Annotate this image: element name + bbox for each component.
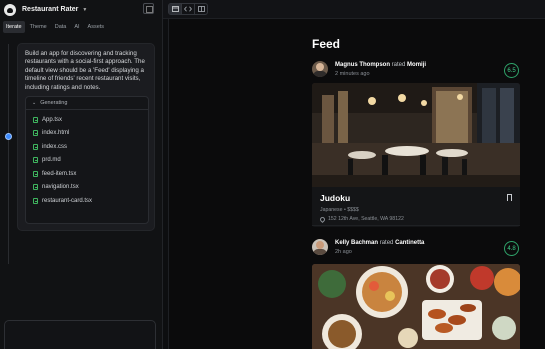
restaurant-card[interactable]: Judoku Japanese • $$$$ 152 12th Ave, Sea… <box>312 83 520 227</box>
view-toggle-group <box>168 3 208 15</box>
file-item[interactable]: prd.md <box>26 154 148 168</box>
file-icon <box>33 184 38 191</box>
rating-badge: 4.8 <box>504 241 519 256</box>
github-icon[interactable] <box>4 3 16 16</box>
file-item[interactable]: restaurant-card.tsx <box>26 194 148 208</box>
file-list: App.tsx index.html index.css prd.md feed… <box>26 110 148 208</box>
restaurant-meta: Japanese • $$$$ <box>320 207 359 213</box>
code-icon[interactable] <box>181 4 194 14</box>
file-item[interactable]: index.html <box>26 127 148 141</box>
tab-ai[interactable]: AI <box>71 21 82 33</box>
chevron-down-icon[interactable]: ▼ <box>82 7 87 13</box>
prompt-text: Build an app for discovering and trackin… <box>25 50 145 91</box>
restaurant-name: Judoku <box>320 193 351 203</box>
bookmark-icon[interactable] <box>507 194 512 203</box>
prompt-card: Build an app for discovering and trackin… <box>17 43 155 231</box>
page-title: Feed <box>312 37 341 51</box>
chat-input[interactable] <box>4 320 156 349</box>
file-name: index.html <box>42 130 70 137</box>
restaurant-photo <box>312 83 520 187</box>
project-header: Restaurant Rater ▼ <box>0 0 163 19</box>
timeline-dot[interactable] <box>5 133 12 140</box>
file-name: restaurant-card.tsx <box>42 197 93 204</box>
file-item[interactable]: index.css <box>26 140 148 154</box>
file-icon <box>33 116 38 123</box>
file-icon <box>33 157 38 164</box>
file-icon <box>33 170 38 177</box>
chevron-down-icon: ⌄ <box>32 100 37 106</box>
restaurant-card-info: Judoku Japanese • $$$$ 152 12th Ave, Sea… <box>312 187 520 227</box>
left-panel: Restaurant Rater ▼ Iterate Theme Data AI… <box>0 0 163 349</box>
split-view-icon[interactable] <box>194 4 207 14</box>
restaurant-link[interactable]: Cantinetta <box>395 240 424 246</box>
file-name: App.tsx <box>42 116 63 123</box>
feed-item-summary: Magnus Thompson rated Momiji <box>335 62 426 68</box>
avatar[interactable] <box>312 61 328 77</box>
food-photo <box>312 264 520 349</box>
file-name: prd.md <box>42 157 61 164</box>
project-name[interactable]: Restaurant Rater <box>22 6 78 13</box>
timestamp: 2h ago <box>335 249 352 255</box>
action-text: rated <box>391 62 406 68</box>
app-window: Restaurant Rater ▼ Iterate Theme Data AI… <box>0 0 545 349</box>
feed-item-summary: Kelly Bachman rated Cantinetta <box>335 240 424 246</box>
file-name: index.css <box>42 143 68 150</box>
preview-toolbar <box>163 0 545 19</box>
rating-badge: 6.5 <box>504 63 519 78</box>
feed-item-header: Magnus Thompson rated Momiji 2 minutes a… <box>312 61 520 83</box>
file-icon <box>33 143 38 150</box>
generating-header[interactable]: ⌄ Generating <box>26 97 148 110</box>
file-item[interactable]: navigation.tsx <box>26 181 148 195</box>
generating-label: Generating <box>40 100 68 106</box>
restaurant-address: 152 12th Ave, Seattle, WA 98122 <box>318 215 512 223</box>
tab-theme[interactable]: Theme <box>27 21 50 33</box>
generating-panel: ⌄ Generating App.tsx index.html index.cs… <box>25 96 149 224</box>
restaurant-card[interactable] <box>312 264 520 349</box>
sidebar-toggle-icon[interactable] <box>143 3 154 14</box>
feed-item-header: Kelly Bachman rated Cantinetta 2h ago 4.… <box>312 239 520 261</box>
location-pin-icon <box>318 215 327 223</box>
feed: Feed Magnus Thompson rated Momiji 2 minu… <box>309 19 521 349</box>
restaurant-link[interactable]: Momiji <box>407 62 426 68</box>
file-icon <box>33 130 38 137</box>
user-name[interactable]: Kelly Bachman <box>335 240 378 246</box>
action-text: rated <box>379 240 394 246</box>
app-preview: Feed Magnus Thompson rated Momiji 2 minu… <box>168 19 545 349</box>
browser-icon[interactable] <box>169 4 181 14</box>
user-name[interactable]: Magnus Thompson <box>335 62 390 68</box>
file-item[interactable]: App.tsx <box>26 113 148 127</box>
tab-bar: Iterate Theme Data AI Assets <box>3 21 107 33</box>
tab-assets[interactable]: Assets <box>85 21 108 33</box>
timeline-line <box>8 44 9 264</box>
timestamp: 2 minutes ago <box>335 71 370 77</box>
tab-iterate[interactable]: Iterate <box>3 21 25 33</box>
file-name: feed-item.tsx <box>42 170 77 177</box>
tab-data[interactable]: Data <box>52 21 70 33</box>
file-icon <box>33 197 38 204</box>
address-text: 152 12th Ave, Seattle, WA 98122 <box>328 216 404 222</box>
avatar[interactable] <box>312 239 328 255</box>
divider <box>312 225 520 226</box>
file-item[interactable]: feed-item.tsx <box>26 167 148 181</box>
file-name: navigation.tsx <box>42 184 79 191</box>
